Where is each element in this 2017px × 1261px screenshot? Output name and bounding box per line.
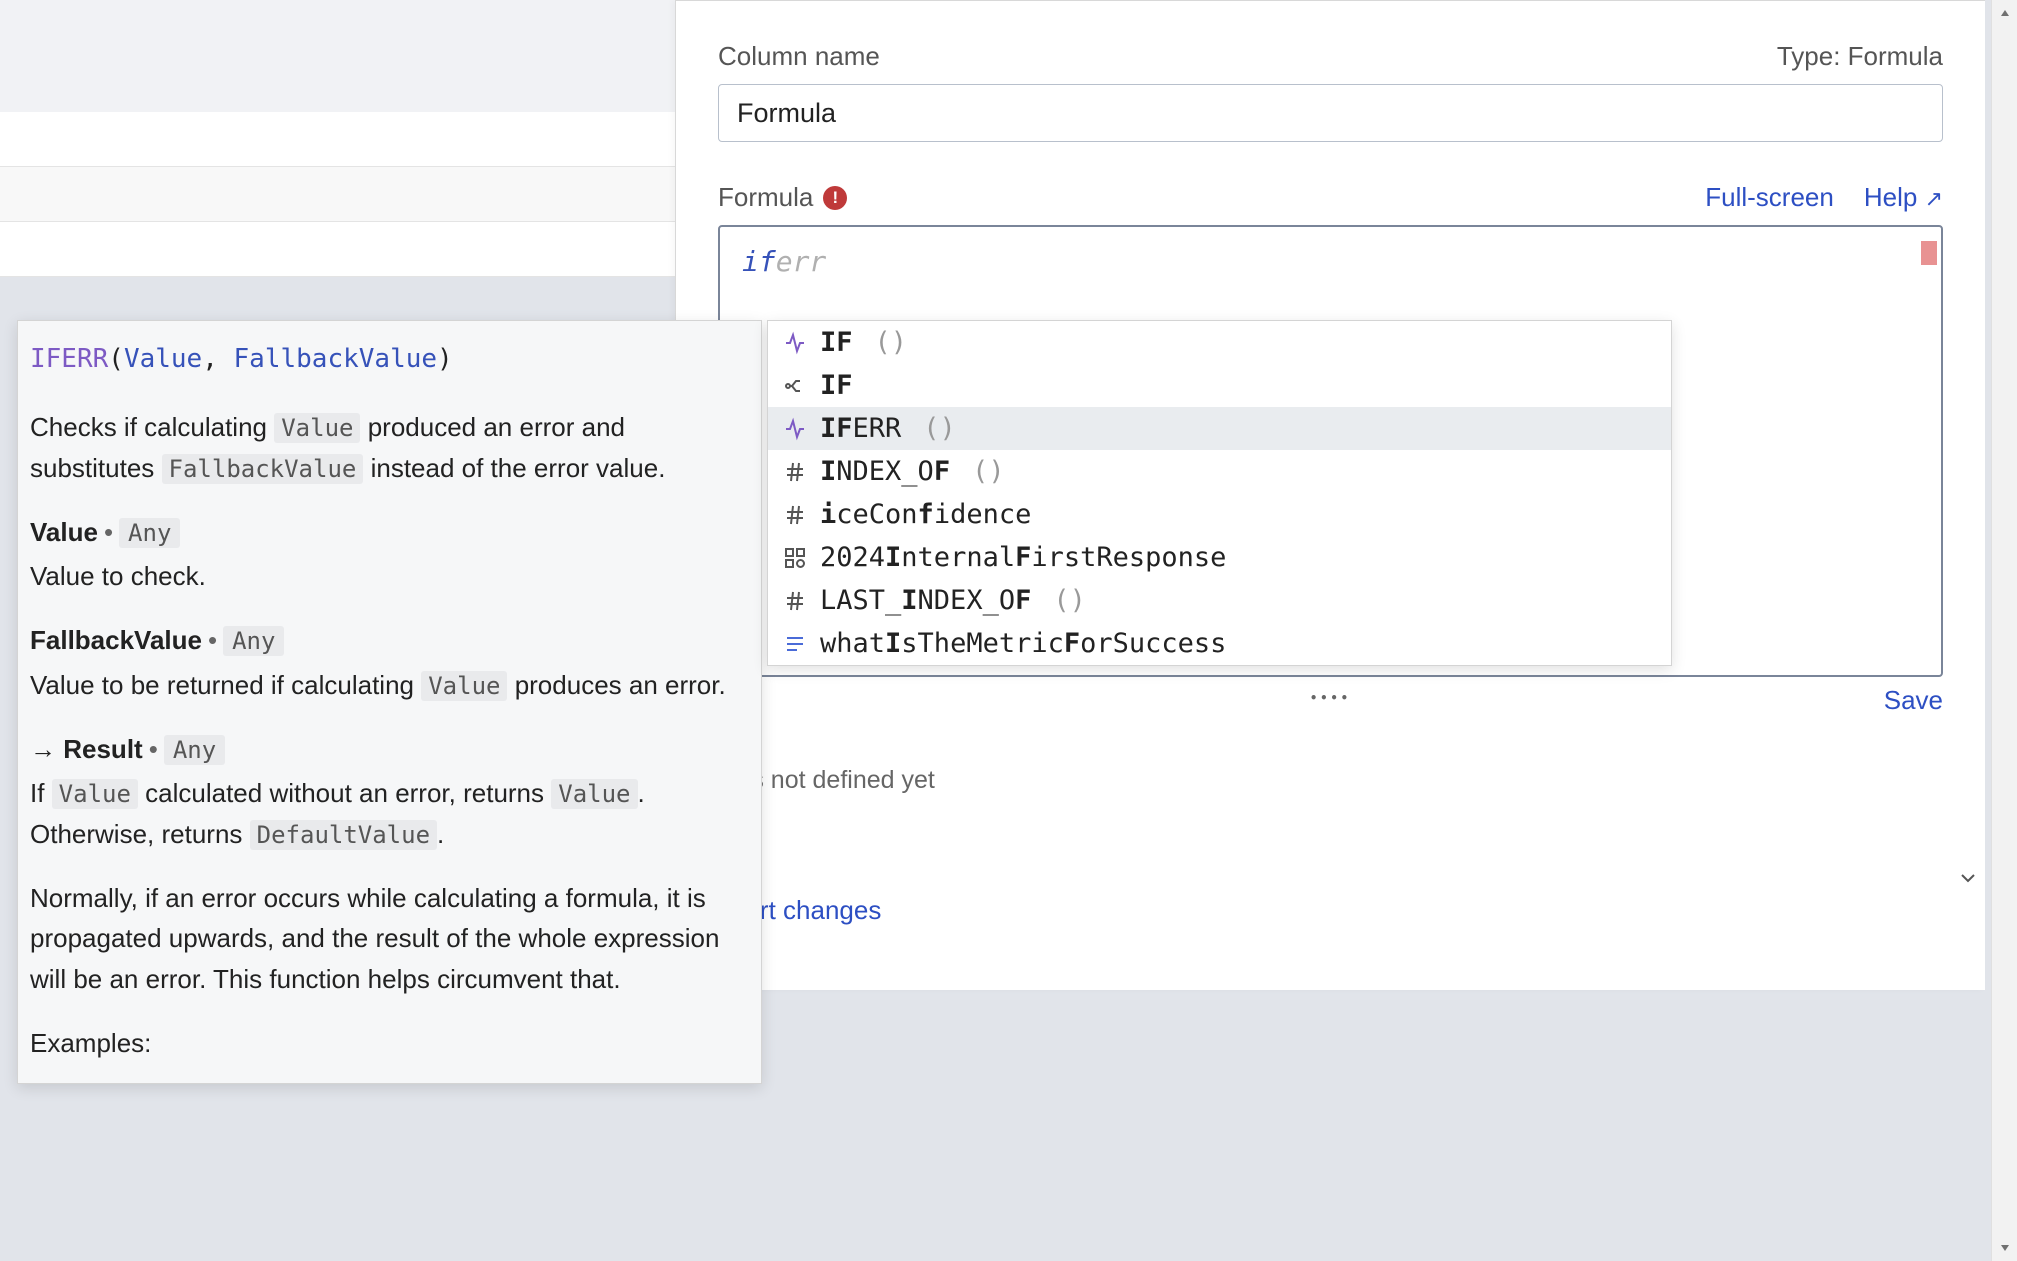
autocomplete-label: whatIsTheMetricForSuccess bbox=[820, 628, 1226, 659]
param-description: Value to check. bbox=[30, 556, 749, 596]
hash-icon bbox=[782, 460, 808, 484]
autocomplete-item[interactable]: IF () bbox=[768, 321, 1671, 364]
autocomplete-item[interactable]: iceConfidence bbox=[768, 493, 1671, 536]
lines-icon bbox=[782, 632, 808, 656]
autocomplete-label: iceConfidence bbox=[820, 499, 1031, 530]
function-icon bbox=[782, 417, 808, 441]
autocomplete-item[interactable]: IFERR () bbox=[768, 407, 1671, 450]
column-type-label: Type: Formula bbox=[1777, 41, 1943, 72]
help-button[interactable]: Help ↗ bbox=[1864, 182, 1943, 213]
external-link-icon: ↗ bbox=[1925, 186, 1943, 211]
save-button[interactable]: Save bbox=[1884, 685, 1943, 716]
autocomplete-label: IFERR bbox=[820, 413, 901, 444]
formula-hint-text: err bbox=[776, 245, 827, 278]
error-icon: ! bbox=[823, 186, 847, 210]
result-description: If Value calculated without an error, re… bbox=[30, 773, 749, 854]
hash-icon bbox=[782, 589, 808, 613]
grid-icon bbox=[782, 546, 808, 570]
column-name-input[interactable] bbox=[718, 84, 1943, 142]
autocomplete-item[interactable]: whatIsTheMetricForSuccess bbox=[768, 622, 1671, 665]
function-icon bbox=[782, 331, 808, 355]
function-description: Checks if calculating Value produced an … bbox=[30, 407, 749, 488]
resize-handle[interactable]: •••• bbox=[1310, 691, 1351, 705]
revert-changes-button[interactable]: evert changes bbox=[718, 895, 1943, 926]
function-tooltip: IFERR(Value, FallbackValue) Checks if ca… bbox=[17, 320, 762, 1084]
param-row: Value•Any bbox=[30, 512, 749, 552]
formula-typed-text: if bbox=[742, 245, 776, 278]
scrollbar[interactable] bbox=[1991, 0, 2017, 1261]
error-marker bbox=[1921, 241, 1937, 265]
autocomplete-item[interactable]: INDEX_OF () bbox=[768, 450, 1671, 493]
function-note: Normally, if an error occurs while calcu… bbox=[30, 878, 749, 999]
autocomplete-parens: () bbox=[972, 456, 1005, 487]
hash-icon bbox=[782, 503, 808, 527]
variables-text: bles not defined yet bbox=[718, 766, 1943, 795]
autocomplete-label: 2024InternalFirstResponse bbox=[820, 542, 1226, 573]
autocomplete-parens: () bbox=[923, 413, 956, 444]
param-description: Value to be returned if calculating Valu… bbox=[30, 665, 749, 705]
autocomplete-item[interactable]: LAST_INDEX_OF () bbox=[768, 579, 1671, 622]
scroll-up-arrow[interactable] bbox=[1992, 0, 2017, 26]
autocomplete-item[interactable]: IF bbox=[768, 364, 1671, 407]
autocomplete-item[interactable]: 2024InternalFirstResponse bbox=[768, 536, 1671, 579]
help-label: Help bbox=[1864, 182, 1917, 212]
param-row: FallbackValue•Any bbox=[30, 620, 749, 660]
autocomplete-dropdown: IF () IF IFERR () INDEX_OF () iceConfide… bbox=[767, 320, 1672, 666]
column-name-label: Column name bbox=[718, 41, 880, 72]
chevron-down-icon[interactable] bbox=[1956, 866, 1980, 890]
result-row: → Result•Any bbox=[30, 729, 749, 769]
autocomplete-label: IF bbox=[820, 370, 853, 401]
examples-label: Examples: bbox=[30, 1023, 749, 1063]
branch-icon bbox=[782, 374, 808, 398]
autocomplete-label: LAST_INDEX_OF bbox=[820, 585, 1031, 616]
autocomplete-label: INDEX_OF bbox=[820, 456, 950, 487]
function-signature: IFERR(Value, FallbackValue) bbox=[30, 339, 749, 379]
fullscreen-button[interactable]: Full-screen bbox=[1705, 182, 1834, 213]
autocomplete-label: IF bbox=[820, 327, 853, 358]
autocomplete-parens: () bbox=[1053, 585, 1086, 616]
formula-label: Formula bbox=[718, 182, 813, 213]
autocomplete-parens: () bbox=[875, 327, 908, 358]
scroll-down-arrow[interactable] bbox=[1992, 1235, 2017, 1261]
